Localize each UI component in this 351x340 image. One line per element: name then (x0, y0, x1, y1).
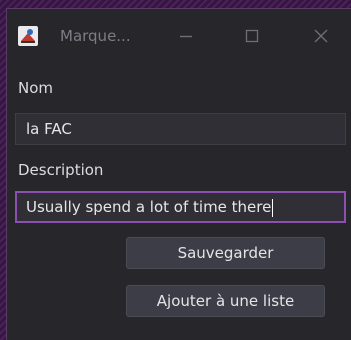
save-button[interactable]: Sauvegarder (126, 237, 325, 269)
text-caret (272, 198, 274, 217)
dialog-window: Marque... Nom la FAC Description Usually… (6, 8, 351, 340)
close-icon[interactable] (310, 25, 332, 47)
name-field-value: la FAC (26, 120, 72, 138)
java-app-icon (17, 25, 39, 47)
description-field-value: Usually spend a lot of time there (26, 198, 272, 216)
description-label: Description (18, 161, 104, 179)
name-field[interactable]: la FAC (15, 113, 346, 145)
maximize-icon[interactable] (241, 25, 263, 47)
name-label: Nom (18, 79, 54, 97)
add-to-list-button[interactable]: Ajouter à une liste (126, 285, 325, 317)
title-bar[interactable]: Marque... (7, 9, 351, 61)
minimize-icon[interactable] (175, 25, 197, 47)
window-title: Marque... (60, 27, 131, 45)
description-field[interactable]: Usually spend a lot of time there (15, 191, 346, 223)
